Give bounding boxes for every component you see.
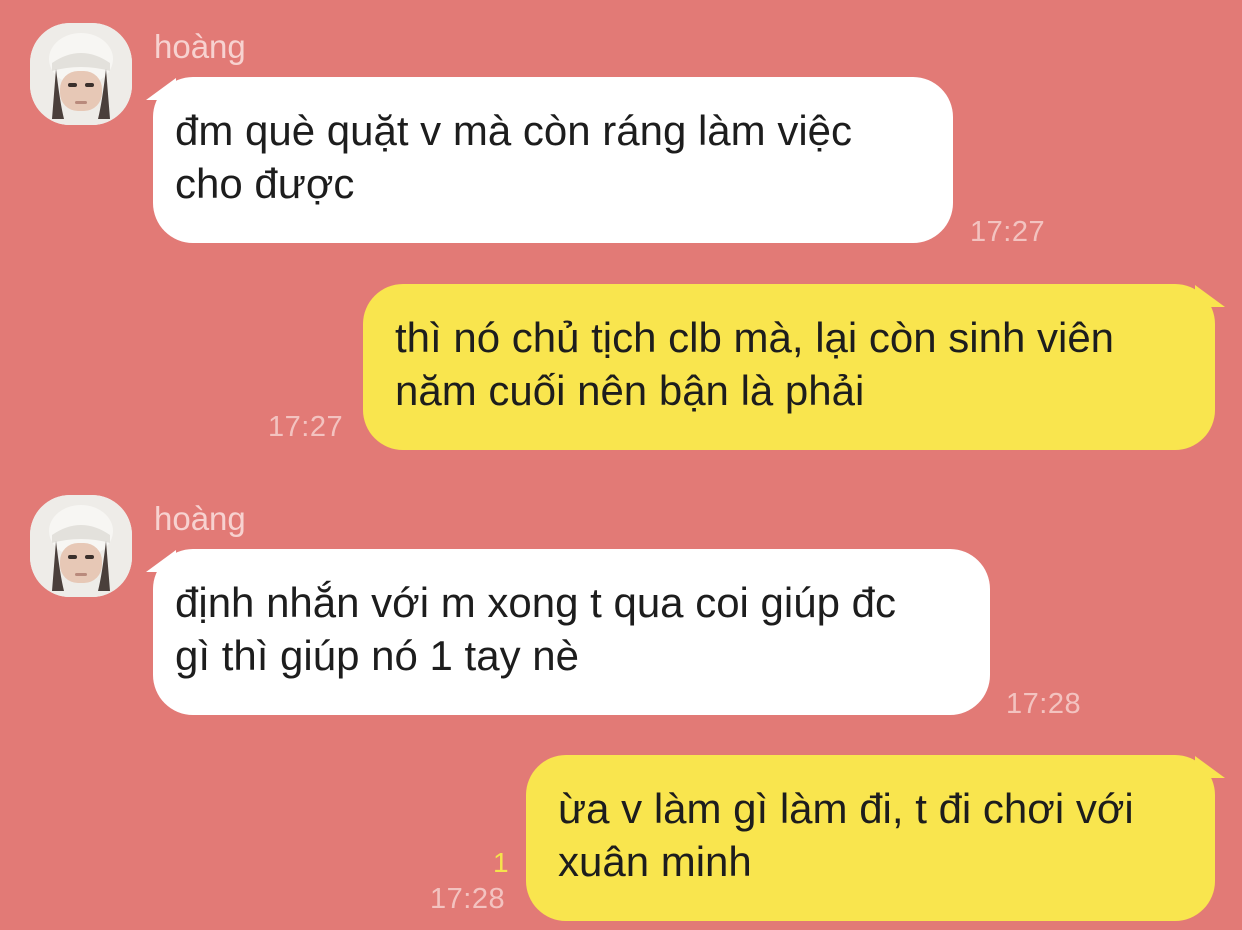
message-timestamp: 17:27 [970, 216, 1046, 248]
unread-count: 1 [493, 847, 509, 878]
avatar[interactable] [30, 23, 132, 125]
message-timestamp: 17:28 [430, 883, 506, 915]
bubble-tail [1195, 756, 1225, 778]
bubble-tail [1195, 285, 1225, 307]
message-bubble-incoming[interactable]: định nhắn với m xong t qua coi giúp đc g… [153, 549, 990, 715]
message-timestamp: 17:27 [268, 411, 344, 443]
chat-thread: hoàng đm què quặt v mà còn ráng làm việc… [0, 0, 1242, 930]
avatar-image [30, 495, 132, 597]
avatar-image [30, 23, 132, 125]
message-bubble-outgoing[interactable]: ừa v làm gì làm đi, t đi chơi với xuân m… [526, 755, 1215, 921]
message-bubble-outgoing[interactable]: thì nó chủ tịch clb mà, lại còn sinh viê… [363, 284, 1215, 450]
message-bubble-incoming[interactable]: đm què quặt v mà còn ráng làm việc cho đ… [153, 77, 953, 243]
sender-name: hoàng [154, 500, 246, 537]
avatar[interactable] [30, 495, 132, 597]
message-timestamp: 17:28 [1006, 688, 1082, 720]
sender-name: hoàng [154, 28, 246, 65]
